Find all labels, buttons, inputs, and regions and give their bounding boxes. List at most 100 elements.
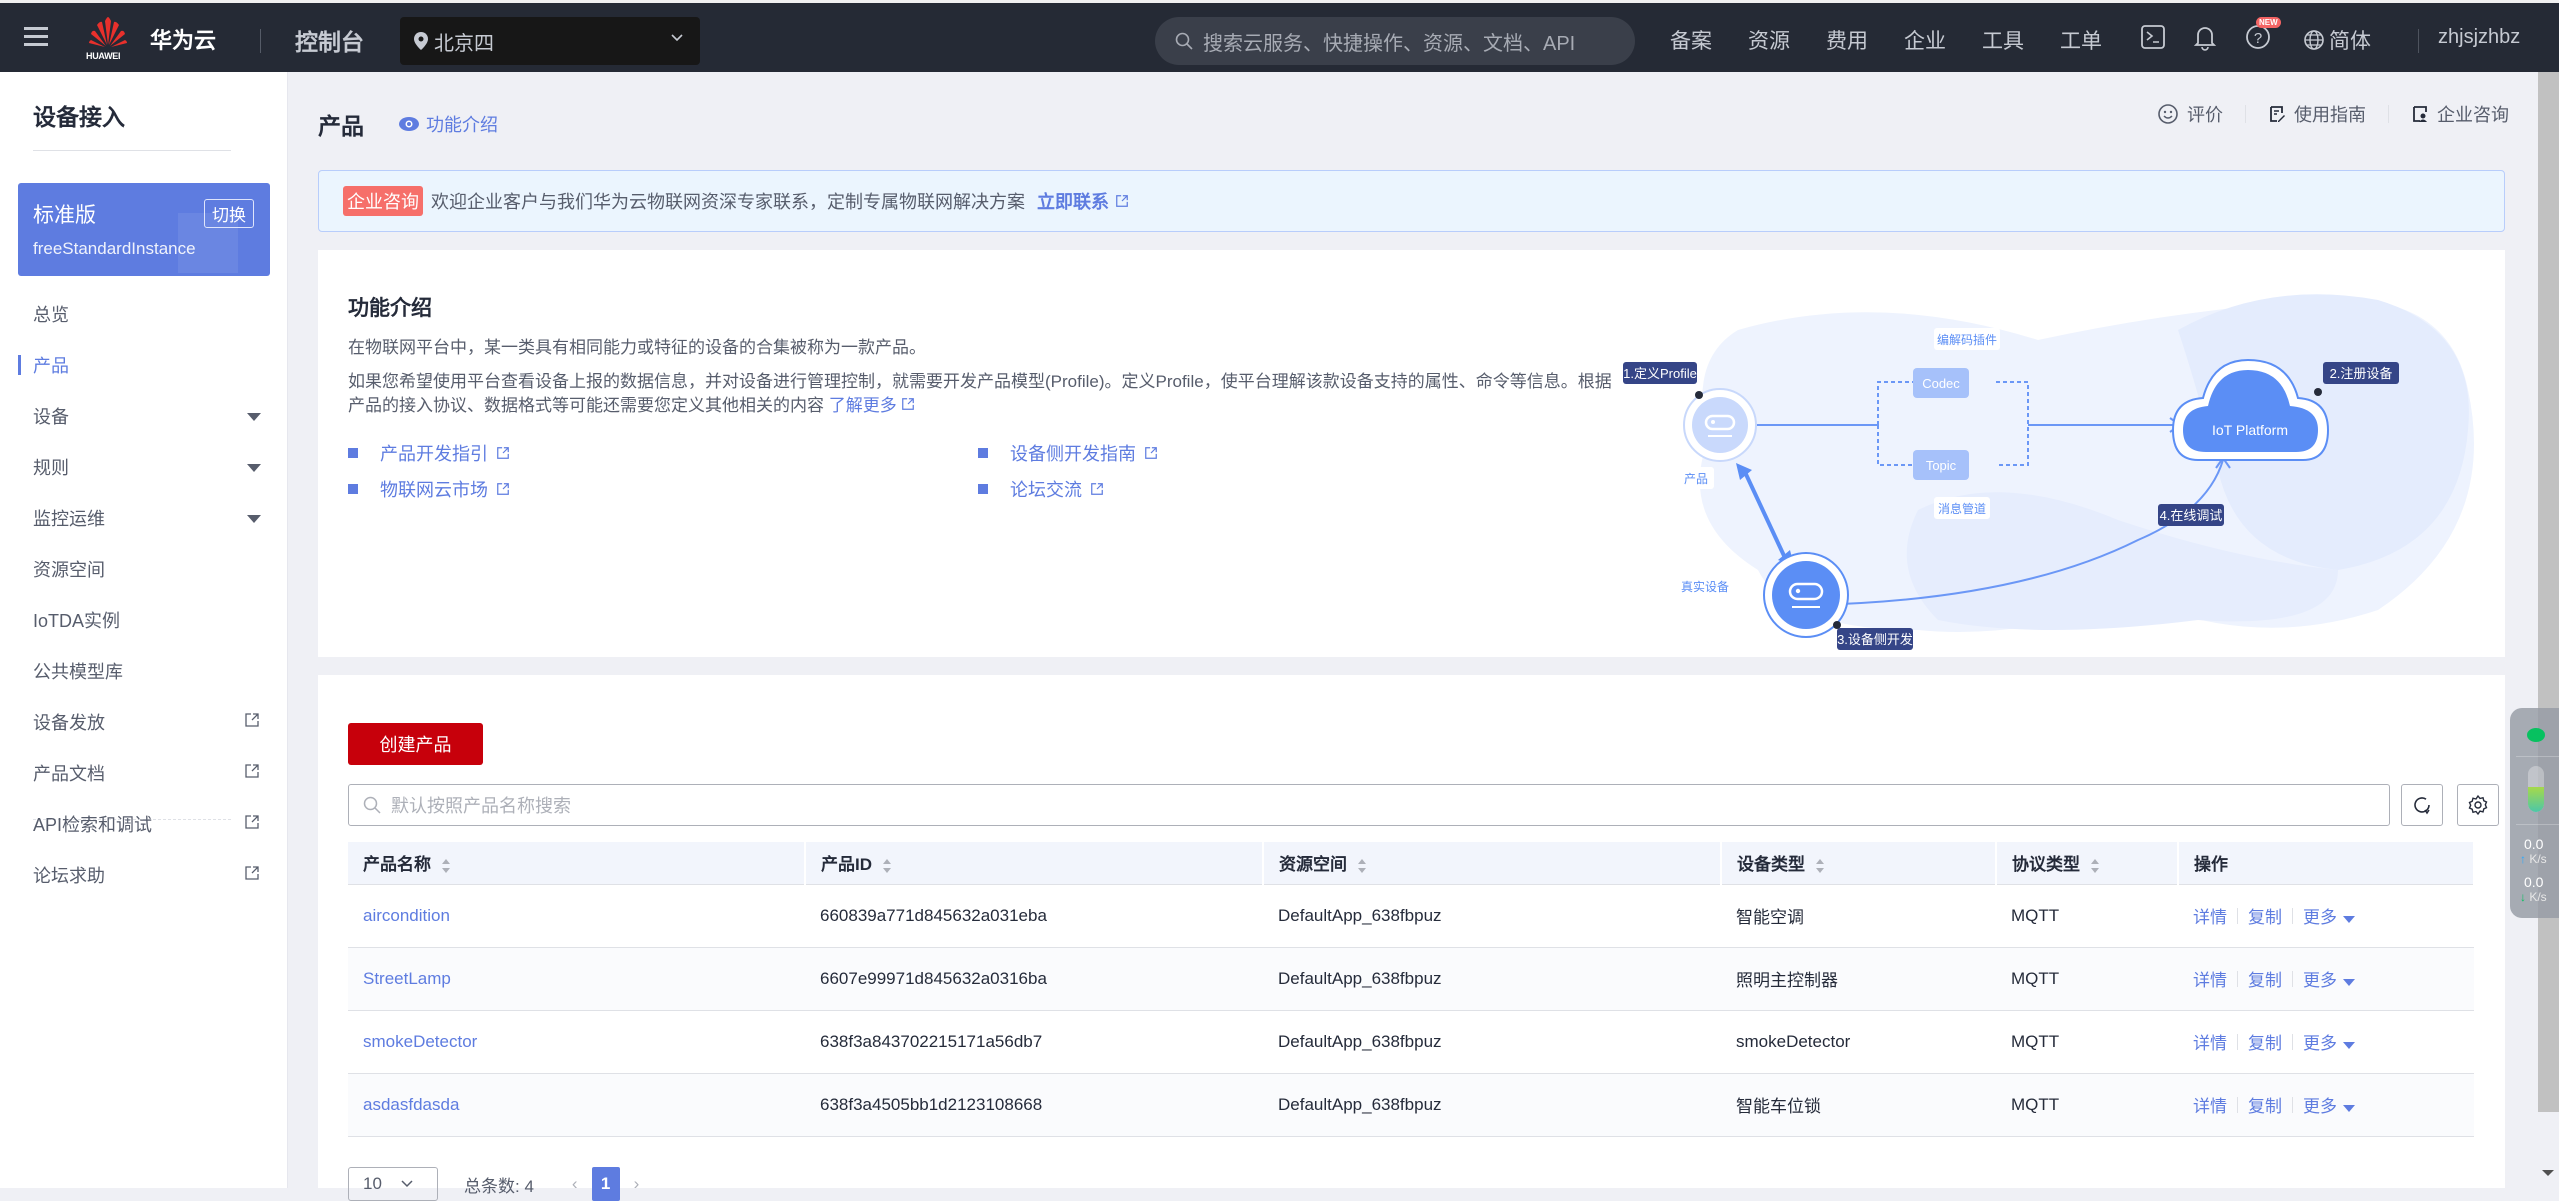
row-actions: 详情 复制 更多 — [2193, 966, 2474, 991]
sidebar-item-forum-help[interactable]: 论坛求助 — [33, 861, 268, 891]
cell-device-type: 智能车位锁 — [1721, 1073, 1996, 1137]
sidebar-item-label: 总览 — [33, 305, 69, 325]
learn-more-link[interactable]: 了解更多 — [829, 396, 916, 415]
detail-link[interactable]: 详情 — [2193, 966, 2227, 991]
copy-link[interactable]: 复制 — [2248, 1092, 2282, 1117]
username[interactable]: zhjsjzhbz — [2438, 26, 2520, 49]
globe-icon — [2304, 30, 2324, 50]
nav-billing[interactable]: 费用 — [1826, 25, 1904, 55]
page-scrollbar-thumb[interactable] — [2538, 72, 2559, 1112]
huawei-logo[interactable]: HUAWEI — [86, 15, 132, 63]
enterprise-consult-button[interactable]: 企业咨询 — [2411, 101, 2509, 127]
feature-intro-link[interactable]: 功能介绍 — [398, 111, 498, 137]
next-page-button[interactable]: › — [634, 1174, 640, 1194]
external-link-icon — [497, 447, 509, 459]
detail-link[interactable]: 详情 — [2193, 1092, 2227, 1117]
intro-paragraph-2: 如果您希望使用平台查看设备上报的数据信息，并对设备进行管理控制，就需要开发产品模… — [348, 370, 1618, 418]
more-dropdown[interactable]: 更多 — [2303, 1029, 2355, 1054]
table-row: smokeDetector 638f3a843702215171a56db7 Def… — [348, 1010, 2474, 1074]
link-device-dev-guide[interactable]: 设备侧开发指南 — [978, 440, 1158, 466]
scroll-down-arrow[interactable] — [2542, 1170, 2554, 1176]
nav-beian[interactable]: 备案 — [1670, 25, 1748, 55]
total-count: 总条数: 4 — [464, 1176, 534, 1196]
column-header-resource-space[interactable]: 资源空间 — [1263, 842, 1722, 885]
nav-resources[interactable]: 资源 — [1748, 25, 1826, 55]
unit-label: K/s — [2529, 890, 2547, 904]
more-dropdown[interactable]: 更多 — [2303, 903, 2355, 928]
sidebar-item-iotda-instances[interactable]: IoTDA实例 — [33, 606, 268, 636]
brand-name[interactable]: 华为云 — [150, 23, 216, 55]
sidebar: 设备接入 标准版 切换 freeStandardInstance 总览 产品 设… — [0, 72, 288, 1188]
detail-link[interactable]: 详情 — [2193, 903, 2227, 928]
help-button[interactable]: ? NEW — [2244, 17, 2281, 51]
sidebar-item-product-docs[interactable]: 产品文档 — [33, 759, 268, 789]
link-forum[interactable]: 论坛交流 — [978, 476, 1104, 502]
marker-dot — [1833, 621, 1841, 629]
prev-page-button[interactable]: ‹ — [572, 1174, 578, 1194]
top-nav-links: 备案 资源 费用 企业 工具 工单 — [1670, 25, 2138, 55]
column-label: 产品名称 — [363, 855, 431, 875]
nav-tickets[interactable]: 工单 — [2060, 25, 2138, 55]
global-search-input[interactable]: 搜索云服务、快捷操作、资源、文档、API — [1155, 17, 1635, 65]
sidebar-item-overview[interactable]: 总览 — [33, 300, 268, 330]
language-switcher[interactable]: 简体 — [2303, 25, 2371, 55]
sidebar-item-monitoring[interactable]: 监控运维 — [33, 504, 268, 534]
refresh-button[interactable] — [2401, 784, 2443, 826]
nav-tools[interactable]: 工具 — [1982, 25, 2060, 55]
region-selector[interactable]: 北京四 — [400, 17, 700, 65]
nav-enterprise[interactable]: 企业 — [1904, 25, 1982, 55]
sidebar-item-api-explorer[interactable]: API检索和调试 — [33, 810, 268, 840]
cell-product-name[interactable]: StreetLamp — [348, 947, 805, 1011]
sidebar-item-products[interactable]: 产品 — [18, 351, 268, 381]
bell-icon[interactable] — [2192, 23, 2218, 51]
link-product-dev-guide[interactable]: 产品开发指引 — [348, 440, 510, 466]
intro-title: 功能介绍 — [348, 297, 432, 320]
table-row: aircondition 660839a771d845632a031eba Defa… — [348, 884, 2474, 948]
language-label: 简体 — [2329, 30, 2371, 53]
cell-protocol: MQTT — [1996, 1010, 2178, 1074]
column-label: 协议类型 — [2012, 855, 2080, 875]
copy-link[interactable]: 复制 — [2248, 903, 2282, 928]
cell-actions: 详情 复制 更多 — [2178, 947, 2474, 1011]
copy-link[interactable]: 复制 — [2248, 966, 2282, 991]
sidebar-item-resource-spaces[interactable]: 资源空间 — [33, 555, 268, 585]
sidebar-item-label: 资源空间 — [33, 560, 105, 580]
cell-product-name[interactable]: aircondition — [348, 884, 805, 948]
column-header-product-name[interactable]: 产品名称 — [348, 842, 806, 885]
table-row: asdasfdasda 638f3a4505bb1d2123108668 Defau… — [348, 1073, 2474, 1137]
sidebar-item-device-provisioning[interactable]: 设备发放 — [33, 708, 268, 738]
current-page-button[interactable]: 1 — [591, 1167, 620, 1201]
copy-link[interactable]: 复制 — [2248, 1029, 2282, 1054]
product-search-input[interactable]: 默认按照产品名称搜索 — [348, 784, 2390, 826]
create-product-button[interactable]: 创建产品 — [348, 723, 483, 765]
instance-edition: 标准版 — [33, 204, 96, 227]
page-size-select[interactable]: 10 — [348, 1167, 438, 1201]
sort-icon — [883, 858, 891, 873]
cell-product-name[interactable]: asdasfdasda — [348, 1073, 805, 1137]
smile-icon — [2158, 104, 2178, 124]
detail-link[interactable]: 详情 — [2193, 1029, 2227, 1054]
settings-button[interactable] — [2457, 784, 2499, 826]
cell-product-id: 638f3a843702215171a56db7 — [805, 1010, 1263, 1074]
sidebar-item-public-models[interactable]: 公共模型库 — [33, 657, 268, 687]
console-link[interactable]: 控制台 — [295, 23, 364, 57]
cell-product-name[interactable]: smokeDetector — [348, 1010, 805, 1074]
column-header-device-type[interactable]: 设备类型 — [1721, 842, 1997, 885]
link-iot-marketplace[interactable]: 物联网云市场 — [348, 476, 510, 502]
sidebar-item-devices[interactable]: 设备 — [33, 402, 268, 432]
hamburger-menu-icon[interactable] — [24, 27, 48, 47]
cell-product-id: 660839a771d845632a031eba — [805, 884, 1263, 948]
rate-button[interactable]: 评价 — [2157, 101, 2223, 127]
more-dropdown[interactable]: 更多 — [2303, 1092, 2355, 1117]
contact-now-link[interactable]: 立即联系 — [1037, 188, 1129, 214]
switch-instance-button[interactable]: 切换 — [204, 199, 254, 228]
terminal-icon[interactable] — [2140, 24, 2166, 50]
network-speed-widget[interactable]: 0.0 ↑ K/s 0.0 ↓ K/s — [2510, 708, 2559, 918]
sidebar-item-rules[interactable]: 规则 — [33, 453, 268, 483]
more-dropdown[interactable]: 更多 — [2303, 966, 2355, 991]
sort-icon — [442, 858, 450, 873]
eye-icon — [399, 117, 419, 131]
column-header-protocol[interactable]: 协议类型 — [1996, 842, 2179, 885]
column-header-product-id[interactable]: 产品ID — [805, 842, 1264, 885]
user-guide-button[interactable]: 使用指南 — [2268, 101, 2366, 127]
